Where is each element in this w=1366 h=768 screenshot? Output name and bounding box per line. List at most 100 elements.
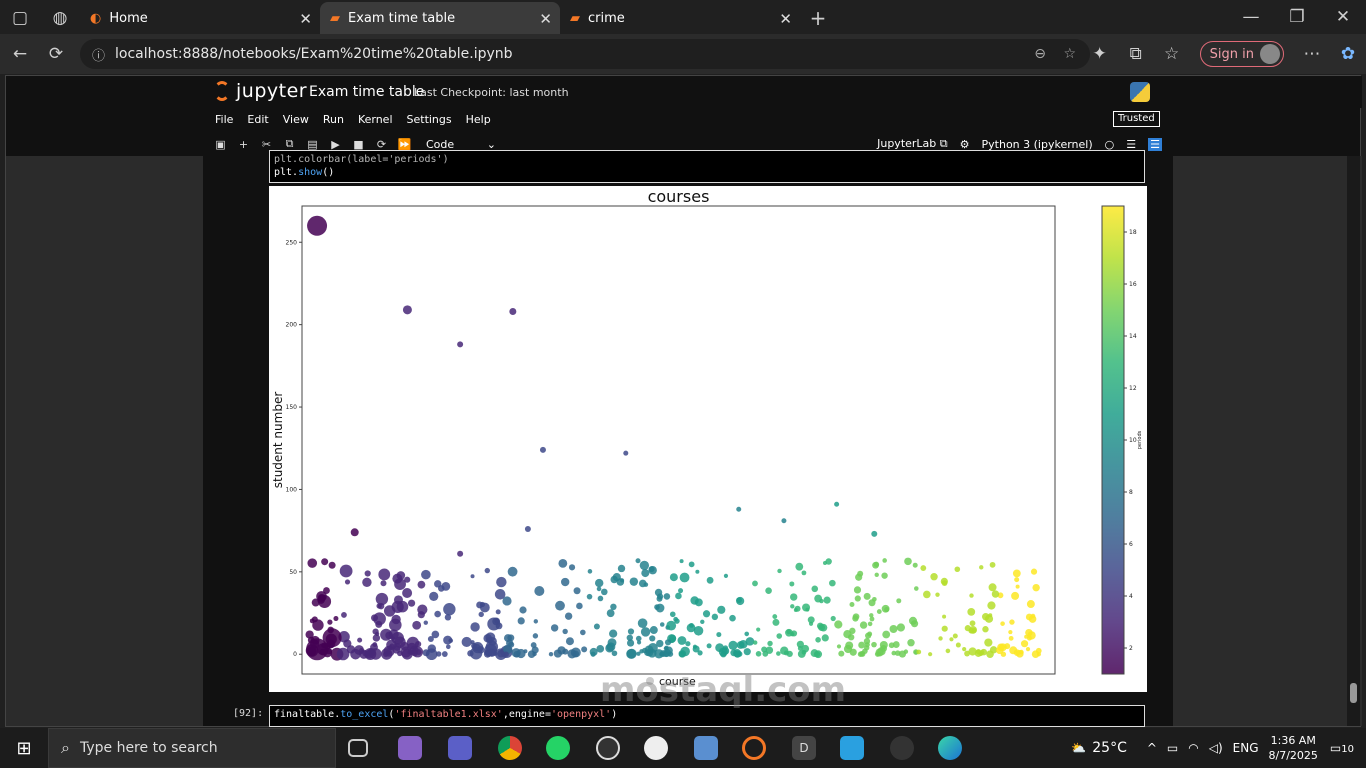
notebook-scrollbar[interactable]: [1347, 156, 1360, 726]
cut-icon[interactable]: ✂: [255, 138, 278, 151]
save-icon[interactable]: ▣: [209, 138, 232, 151]
app-icon[interactable]: [694, 736, 718, 760]
close-window-icon[interactable]: ✕: [1320, 0, 1366, 35]
app-d-icon[interactable]: D: [792, 736, 816, 760]
extensions-puzzle-icon[interactable]: ⧉: [1118, 36, 1154, 72]
url-bar[interactable]: ⓘ localhost:8888/notebooks/Exam%20time%2…: [80, 39, 1090, 69]
back-icon[interactable]: ←: [2, 36, 38, 72]
code-text: ): [611, 709, 618, 720]
zoom-icon[interactable]: ⊖: [1034, 46, 1046, 62]
toc-icon[interactable]: ☰: [1148, 137, 1162, 151]
battery-icon[interactable]: ▭: [1167, 741, 1178, 755]
sign-in-button[interactable]: Sign in: [1199, 41, 1284, 67]
menu-edit[interactable]: Edit: [247, 113, 268, 126]
site-info-icon[interactable]: ⓘ: [92, 45, 105, 64]
close-tab-icon[interactable]: ✕: [299, 10, 312, 28]
menu-kernel[interactable]: Kernel: [358, 113, 393, 126]
scatter-point: [321, 558, 329, 566]
copy-icon[interactable]: ⧉: [278, 137, 301, 151]
new-tab-icon[interactable]: +: [800, 0, 836, 36]
task-view-icon[interactable]: [348, 739, 368, 757]
jupyterlab-link[interactable]: JupyterLab ⧉: [877, 137, 948, 151]
paste-icon[interactable]: ▤: [301, 138, 324, 151]
menu-file[interactable]: File: [215, 113, 233, 126]
kernel-settings-icon[interactable]: ⚙: [960, 138, 970, 151]
notifications-icon[interactable]: ▭10: [1330, 741, 1354, 755]
favorites-icon[interactable]: ☆: [1154, 36, 1190, 72]
close-tab-icon[interactable]: ✕: [779, 10, 792, 28]
notebook-title[interactable]: Exam time table: [309, 84, 424, 100]
github-desktop-icon[interactable]: [890, 736, 914, 760]
refresh-icon[interactable]: ⟳: [38, 36, 74, 72]
favorite-icon[interactable]: ☆: [1063, 46, 1076, 62]
scatter-point: [1030, 568, 1038, 575]
menu-view[interactable]: View: [283, 113, 309, 126]
chevron-down-icon: ⌄: [486, 137, 496, 151]
whatsapp-icon[interactable]: [546, 736, 570, 760]
code-text: plt.: [274, 167, 299, 178]
app-h-icon[interactable]: [840, 736, 864, 760]
tab-crime[interactable]: ▰ crime ✕: [560, 2, 800, 34]
restore-icon[interactable]: ❐: [1274, 0, 1320, 35]
scatter-point: [871, 641, 877, 648]
code-cell-previous[interactable]: plt.colorbar(label='periods') plt.show(): [269, 150, 1145, 183]
scatter-point: [954, 566, 961, 573]
obs-icon[interactable]: [596, 736, 620, 760]
kernel-name[interactable]: Python 3 (ipykernel): [982, 138, 1093, 151]
chevron-up-icon[interactable]: ^: [1147, 741, 1157, 755]
start-icon[interactable]: ⊞: [0, 728, 48, 768]
menu-run[interactable]: Run: [323, 113, 344, 126]
close-tab-icon[interactable]: ✕: [539, 10, 552, 28]
wifi-icon[interactable]: ◠: [1188, 741, 1198, 755]
scatter-point: [643, 582, 649, 587]
extension-icon[interactable]: ✦: [1082, 36, 1118, 72]
more-icon[interactable]: ⋯: [1294, 36, 1330, 72]
scatter-point: [441, 581, 451, 591]
jupyter-app-icon[interactable]: [742, 736, 766, 760]
scatter-point: [1032, 583, 1040, 592]
jupyter-logo[interactable]: jupyter: [214, 80, 307, 102]
scatter-point: [814, 594, 823, 603]
scatter-point: [587, 569, 593, 574]
scatter-point: [375, 631, 380, 637]
chrome-icon[interactable]: [498, 736, 522, 760]
scatter-point: [402, 588, 413, 599]
menu-help[interactable]: Help: [466, 113, 491, 126]
taskbar-search[interactable]: ⌕ Type here to search: [48, 728, 336, 768]
scatter-point: [548, 651, 554, 657]
language-indicator[interactable]: ENG: [1233, 741, 1259, 755]
scatter-point: [565, 637, 574, 646]
edge-icon[interactable]: [938, 736, 962, 760]
scatter-point: [372, 642, 378, 647]
weather-icon[interactable]: ⛅: [1071, 741, 1086, 755]
tab-actions-icon[interactable]: ▢: [0, 0, 40, 36]
scatter-point: [1000, 621, 1005, 626]
trusted-badge[interactable]: Trusted: [1113, 111, 1160, 127]
add-cell-icon[interactable]: +: [232, 138, 255, 151]
cell-type-select[interactable]: Code ⌄: [426, 138, 496, 151]
scrollbar-thumb[interactable]: [1350, 683, 1357, 703]
volume-icon[interactable]: ◁): [1209, 741, 1223, 755]
tab-exam-time-table[interactable]: ▰ Exam time table ✕: [320, 2, 560, 34]
scatter-point: [863, 638, 871, 645]
minimize-icon[interactable]: —: [1228, 0, 1274, 35]
weather-temp[interactable]: 25°C: [1092, 740, 1127, 756]
scatter-point: [626, 649, 637, 659]
copilot-icon[interactable]: ✿: [1330, 36, 1366, 72]
menu-icon[interactable]: ☰: [1126, 138, 1136, 151]
scatter-point: [609, 629, 618, 638]
menu-settings[interactable]: Settings: [407, 113, 452, 126]
github-icon[interactable]: [644, 736, 668, 760]
visual-studio-icon[interactable]: [398, 736, 422, 760]
run-all-icon[interactable]: ⏩: [393, 138, 416, 151]
teams-icon[interactable]: [448, 736, 472, 760]
scatter-point: [484, 567, 491, 574]
scatter-point: [586, 593, 593, 600]
run-icon[interactable]: ▶: [324, 138, 347, 151]
stop-icon[interactable]: ■: [347, 138, 370, 151]
scatter-chart: coursesstudent number050100150200250cour…: [271, 187, 1143, 688]
tab-home[interactable]: ◐ Home ✕: [80, 2, 320, 34]
clock[interactable]: 1:36 AM 8/7/2025: [1269, 733, 1318, 763]
workspaces-icon[interactable]: ◍: [40, 0, 80, 36]
restart-icon[interactable]: ⟳: [370, 138, 393, 151]
